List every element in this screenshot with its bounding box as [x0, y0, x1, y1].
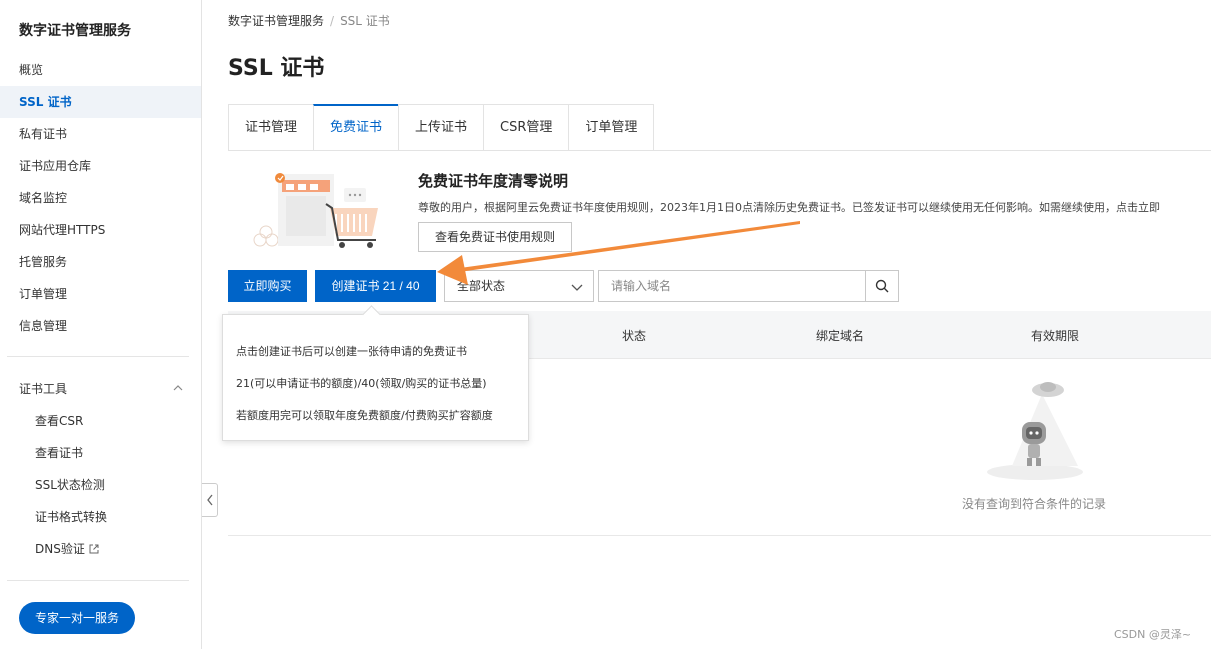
- tabs-divider: [228, 150, 1211, 151]
- column-status: 状态: [622, 329, 647, 343]
- sidebar-divider: [7, 356, 189, 357]
- sidebar-item-domain-monitor[interactable]: 域名监控: [0, 182, 201, 214]
- notice-text: 尊敬的用户，根据阿里云免费证书年度使用规则，2023年1月1日0点清除历史免费证…: [418, 201, 1160, 214]
- column-bound-domain: 绑定域名: [816, 329, 865, 343]
- view-rules-button[interactable]: 查看免费证书使用规则: [418, 222, 572, 252]
- sidebar-item-orders[interactable]: 订单管理: [0, 278, 201, 310]
- tab-free-cert[interactable]: 免费证书: [313, 104, 399, 151]
- tooltip-line: 点击创建证书后可以创建一张待申请的免费证书: [236, 345, 467, 358]
- table-bottom-line: [228, 535, 1211, 536]
- dns-verify-label: DNS验证: [35, 542, 85, 556]
- external-link-icon: [89, 544, 99, 554]
- tab-bar: 证书管理 免费证书 上传证书 CSR管理 订单管理: [228, 104, 655, 151]
- status-select[interactable]: 全部状态: [444, 270, 594, 302]
- sidebar-item-cert-repository[interactable]: 证书应用仓库: [0, 150, 201, 182]
- chevron-down-icon: [571, 284, 583, 291]
- breadcrumb: 数字证书管理服务 / SSL 证书: [228, 12, 390, 29]
- tab-cert-management[interactable]: 证书管理: [228, 104, 314, 151]
- empty-state-illustration: [987, 382, 1083, 480]
- shop-cart-illustration: [253, 173, 378, 248]
- status-select-value: 全部状态: [457, 279, 506, 293]
- watermark: CSDN @灵泽~: [1114, 628, 1192, 641]
- sidebar-item-view-cert[interactable]: 查看证书: [0, 437, 201, 469]
- chevron-up-icon: [173, 385, 183, 391]
- chevron-left-icon: [206, 494, 213, 506]
- sidebar-group-label: 证书工具: [19, 382, 68, 396]
- breadcrumb-separator: /: [330, 14, 335, 28]
- search-icon: [875, 279, 889, 293]
- sidebar-item-info[interactable]: 信息管理: [0, 310, 201, 342]
- breadcrumb-current: SSL 证书: [340, 14, 390, 28]
- tab-csr-management[interactable]: CSR管理: [483, 104, 569, 151]
- notice-title: 免费证书年度清零说明: [418, 172, 569, 190]
- sidebar-item-view-csr[interactable]: 查看CSR: [0, 405, 201, 437]
- buy-now-button[interactable]: 立即购买: [228, 270, 307, 302]
- sidebar: 数字证书管理服务 概览 SSL 证书 私有证书 证书应用仓库 域名监控 网站代理…: [0, 0, 202, 649]
- tab-upload-cert[interactable]: 上传证书: [398, 104, 484, 151]
- tooltip-line: 21(可以申请证书的额度)/40(领取/购买的证书总量): [236, 377, 487, 390]
- page-title: SSL 证书: [228, 56, 325, 81]
- sidebar-item-ssl-cert[interactable]: SSL 证书: [0, 86, 201, 118]
- sidebar-collapse-handle[interactable]: [202, 483, 218, 517]
- sidebar-divider-bottom: [7, 580, 189, 581]
- sidebar-item-dns-verify[interactable]: DNS验证: [0, 533, 201, 565]
- sidebar-item-private-cert[interactable]: 私有证书: [0, 118, 201, 150]
- sidebar-item-proxy-https[interactable]: 网站代理HTTPS: [0, 214, 201, 246]
- sidebar-item-hosting[interactable]: 托管服务: [0, 246, 201, 278]
- breadcrumb-root[interactable]: 数字证书管理服务: [228, 14, 324, 28]
- empty-state-text: 没有查询到符合条件的记录: [962, 497, 1107, 511]
- create-cert-tooltip: 点击创建证书后可以创建一张待申请的免费证书 21(可以申请证书的额度)/40(领…: [222, 314, 529, 441]
- tooltip-line: 若额度用完可以领取年度免费额度/付费购买扩容额度: [236, 409, 493, 422]
- sidebar-item-format-convert[interactable]: 证书格式转换: [0, 501, 201, 533]
- sidebar-item-ssl-check[interactable]: SSL状态检测: [0, 469, 201, 501]
- column-validity: 有效期限: [1031, 329, 1080, 343]
- create-cert-button[interactable]: 创建证书 21 / 40: [315, 270, 436, 302]
- expert-service-button[interactable]: 专家一对一服务: [19, 602, 135, 634]
- sidebar-item-overview[interactable]: 概览: [0, 54, 201, 86]
- sidebar-group-cert-tools[interactable]: 证书工具: [19, 380, 184, 400]
- search-button[interactable]: [865, 270, 899, 302]
- tab-order-management[interactable]: 订单管理: [568, 104, 655, 151]
- domain-search-input[interactable]: [598, 270, 866, 302]
- sidebar-title: 数字证书管理服务: [19, 23, 131, 39]
